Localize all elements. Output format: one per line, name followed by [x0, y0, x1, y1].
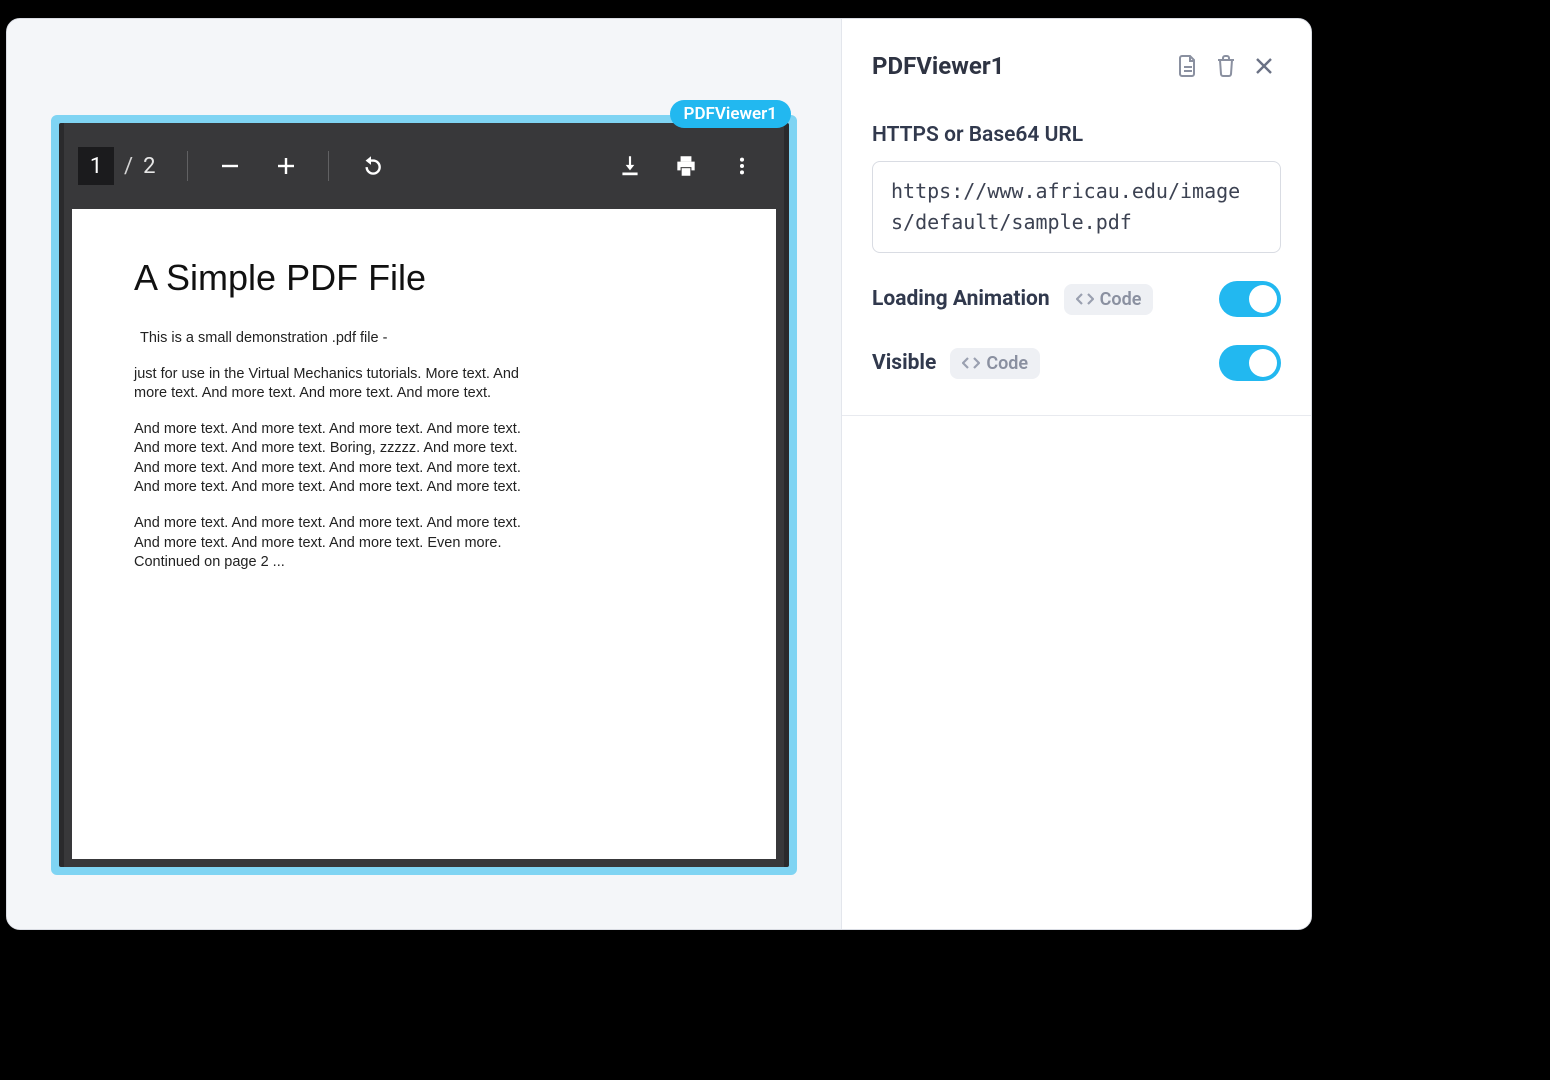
code-chip-label: Code — [1100, 289, 1142, 310]
code-chip[interactable]: Code — [950, 348, 1040, 379]
document-icon — [1177, 54, 1199, 78]
toggle-knob — [1249, 285, 1277, 313]
print-icon — [673, 153, 699, 179]
visible-row: Visible Code — [872, 345, 1281, 381]
copy-widget-button[interactable] — [1171, 49, 1205, 83]
toolbar-divider — [187, 151, 188, 181]
loading-animation-toggle[interactable] — [1219, 281, 1281, 317]
canvas-area: PDFViewer1 / 2 — [7, 19, 841, 929]
code-icon — [962, 356, 980, 370]
pdf-widget-frame[interactable]: / 2 — [51, 115, 797, 875]
download-button[interactable] — [608, 144, 652, 188]
toggle-knob — [1249, 349, 1277, 377]
trash-icon — [1215, 54, 1237, 78]
loading-animation-row: Loading Animation Code — [872, 281, 1281, 317]
page-separator: / — [114, 154, 143, 179]
code-chip[interactable]: Code — [1064, 284, 1154, 315]
widget-selection-badge[interactable]: PDFViewer1 — [670, 100, 791, 128]
close-inspector-button[interactable] — [1247, 49, 1281, 83]
pdf-title: A Simple PDF File — [134, 257, 714, 299]
pdf-paragraph: And more text. And more text. And more t… — [134, 514, 534, 573]
inspector-title: PDFViewer1 — [872, 52, 1167, 80]
url-input[interactable]: https://www.africau.edu/images/default/s… — [872, 161, 1281, 253]
delete-widget-button[interactable] — [1209, 49, 1243, 83]
pdf-paragraph: And more text. And more text. And more t… — [134, 420, 534, 498]
zoom-out-button[interactable] — [208, 144, 252, 188]
pdf-toolbar: / 2 — [64, 123, 784, 209]
visible-toggle[interactable] — [1219, 345, 1281, 381]
inspector-body: HTTPS or Base64 URL https://www.africau.… — [842, 105, 1311, 381]
code-icon — [1076, 292, 1094, 306]
widget-selection-label: PDFViewer1 — [684, 104, 777, 124]
loading-animation-label: Loading Animation — [872, 287, 1050, 311]
visible-label: Visible — [872, 351, 936, 375]
pdf-content: A Simple PDF File This is a small demons… — [72, 209, 776, 573]
plus-icon — [274, 154, 298, 178]
url-field-label: HTTPS or Base64 URL — [872, 123, 1281, 147]
print-button[interactable] — [664, 144, 708, 188]
app-window: PDFViewer1 / 2 — [6, 18, 1312, 930]
inspector-header: PDFViewer1 — [842, 19, 1311, 105]
page-total: 2 — [143, 154, 173, 179]
rotate-icon — [358, 153, 384, 179]
download-icon — [617, 153, 643, 179]
rotate-button[interactable] — [349, 144, 393, 188]
pdf-viewer: / 2 — [59, 123, 789, 867]
zoom-in-button[interactable] — [264, 144, 308, 188]
inspector-panel: PDFViewer1 HTTPS or Base64 URL https://w… — [841, 19, 1311, 929]
minus-icon — [218, 154, 242, 178]
close-icon — [1254, 56, 1274, 76]
pdf-paragraph: just for use in the Virtual Mechanics tu… — [134, 365, 534, 404]
more-options-button[interactable] — [720, 144, 764, 188]
toolbar-divider — [328, 151, 329, 181]
page-number-input[interactable] — [78, 147, 114, 185]
inspector-divider — [842, 415, 1311, 416]
pdf-paragraph: This is a small demonstration .pdf file … — [140, 329, 540, 349]
code-chip-label: Code — [986, 353, 1028, 374]
pdf-page: A Simple PDF File This is a small demons… — [72, 209, 776, 859]
more-vertical-icon — [731, 155, 753, 177]
